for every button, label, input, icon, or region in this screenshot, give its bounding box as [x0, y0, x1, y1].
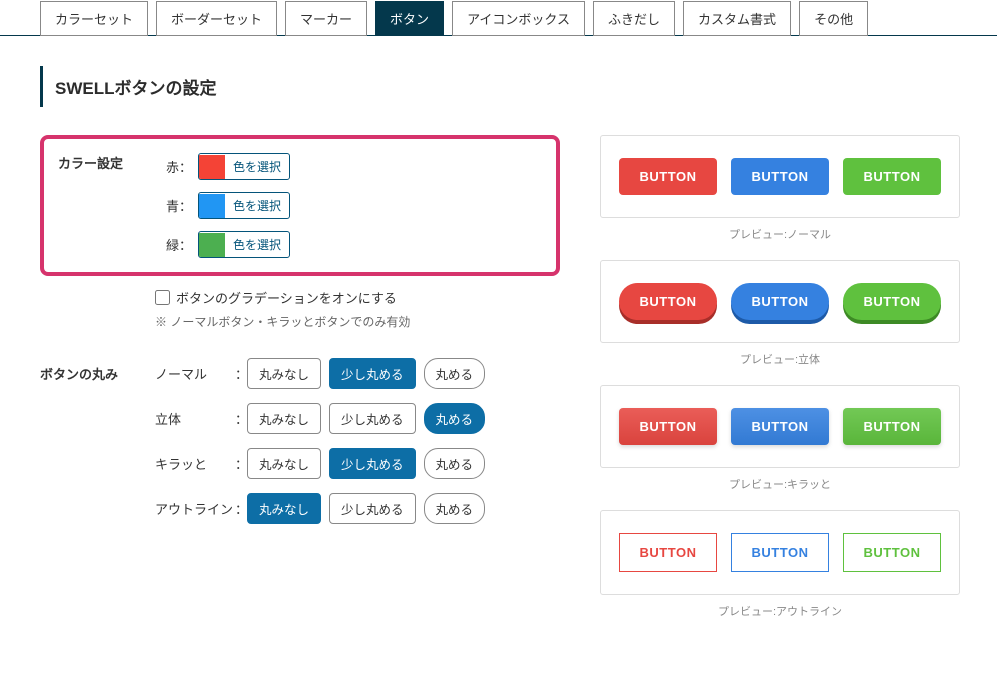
preview-btn-blue: BUTTON [731, 408, 829, 445]
tabs-bar: カラーセット ボーダーセット マーカー ボタン アイコンボックス ふきだし カス… [0, 0, 997, 36]
preview-btn-blue: BUTTON [731, 158, 829, 195]
roundness-row-shiny: キラッと ： 丸みなし 少し丸める 丸める [155, 448, 560, 479]
preview-btn-green: BUTTON [843, 283, 941, 320]
color-picker-blue[interactable]: 色を選択 [198, 192, 290, 219]
seg-shiny-round[interactable]: 丸める [424, 448, 486, 479]
color-swatch-green [199, 233, 225, 257]
color-picker-green[interactable]: 色を選択 [198, 231, 290, 258]
seg-normal-round[interactable]: 丸める [424, 358, 486, 389]
preview-btn-green: BUTTON [843, 408, 941, 445]
tab-speech-bubble[interactable]: ふきだし [593, 1, 675, 36]
color-row-red: 赤： 色を選択 [158, 153, 544, 180]
preview-btn-red: BUTTON [619, 283, 717, 320]
page-title: SWELLボタンの設定 [40, 66, 957, 107]
color-label-blue: 青： [158, 196, 192, 215]
seg-outline-little[interactable]: 少し丸める [329, 493, 416, 524]
color-settings-heading: カラー設定 [58, 153, 158, 172]
seg-outline-none[interactable]: 丸みなし [247, 493, 321, 524]
tab-color-set[interactable]: カラーセット [40, 1, 148, 36]
color-picker-red[interactable]: 色を選択 [198, 153, 290, 180]
preview-btn-red: BUTTON [619, 408, 717, 445]
roundness-row-solid: 立体 ： 丸みなし 少し丸める 丸める [155, 403, 560, 434]
preview-btn-blue: BUTTON [731, 533, 829, 572]
seg-solid-little[interactable]: 少し丸める [329, 403, 416, 434]
tab-marker[interactable]: マーカー [285, 1, 367, 36]
tab-icon-box[interactable]: アイコンボックス [452, 1, 585, 36]
color-swatch-red [199, 155, 225, 179]
roundness-name-shiny: キラッと [155, 454, 235, 473]
preview-caption-outline: プレビュー:アウトライン [600, 603, 960, 619]
color-picker-label: 色を選択 [225, 232, 289, 257]
tab-custom-format[interactable]: カスタム書式 [683, 1, 791, 36]
seg-normal-none[interactable]: 丸みなし [247, 358, 321, 389]
tab-button[interactable]: ボタン [375, 1, 444, 36]
seg-normal-little[interactable]: 少し丸める [329, 358, 416, 389]
color-settings-panel: カラー設定 赤： 色を選択 青： [40, 135, 560, 276]
preview-btn-green: BUTTON [843, 158, 941, 195]
preview-btn-red: BUTTON [619, 533, 717, 572]
preview-btn-blue: BUTTON [731, 283, 829, 320]
roundness-name-normal: ノーマル [155, 364, 235, 383]
color-row-blue: 青： 色を選択 [158, 192, 544, 219]
color-picker-label: 色を選択 [225, 193, 289, 218]
color-label-green: 緑： [158, 235, 192, 254]
color-swatch-blue [199, 194, 225, 218]
preview-btn-green: BUTTON [843, 533, 941, 572]
preview-normal: BUTTON BUTTON BUTTON [600, 135, 960, 218]
roundness-name-outline: アウトライン [155, 499, 235, 518]
seg-solid-round[interactable]: 丸める [424, 403, 486, 434]
preview-outline: BUTTON BUTTON BUTTON [600, 510, 960, 595]
color-picker-label: 色を選択 [225, 154, 289, 179]
roundness-heading: ボタンの丸み [40, 358, 155, 538]
preview-solid: BUTTON BUTTON BUTTON [600, 260, 960, 343]
seg-shiny-none[interactable]: 丸みなし [247, 448, 321, 479]
tab-border-set[interactable]: ボーダーセット [156, 1, 277, 36]
gradient-note: ※ ノーマルボタン・キラッとボタンでのみ有効 [155, 313, 560, 330]
roundness-row-normal: ノーマル ： 丸みなし 少し丸める 丸める [155, 358, 560, 389]
preview-caption-normal: プレビュー:ノーマル [600, 226, 960, 242]
preview-shiny: BUTTON BUTTON BUTTON [600, 385, 960, 468]
seg-outline-round[interactable]: 丸める [424, 493, 486, 524]
roundness-row-outline: アウトライン ： 丸みなし 少し丸める 丸める [155, 493, 560, 524]
preview-caption-solid: プレビュー:立体 [600, 351, 960, 367]
seg-solid-none[interactable]: 丸みなし [247, 403, 321, 434]
tab-other[interactable]: その他 [799, 1, 868, 36]
gradient-checkbox-label: ボタンのグラデーションをオンにする [176, 288, 397, 307]
preview-btn-red: BUTTON [619, 158, 717, 195]
roundness-name-solid: 立体 [155, 409, 235, 428]
preview-caption-shiny: プレビュー:キラッと [600, 476, 960, 492]
color-label-red: 赤： [158, 157, 192, 176]
color-row-green: 緑： 色を選択 [158, 231, 544, 258]
gradient-checkbox[interactable] [155, 290, 170, 305]
seg-shiny-little[interactable]: 少し丸める [329, 448, 416, 479]
